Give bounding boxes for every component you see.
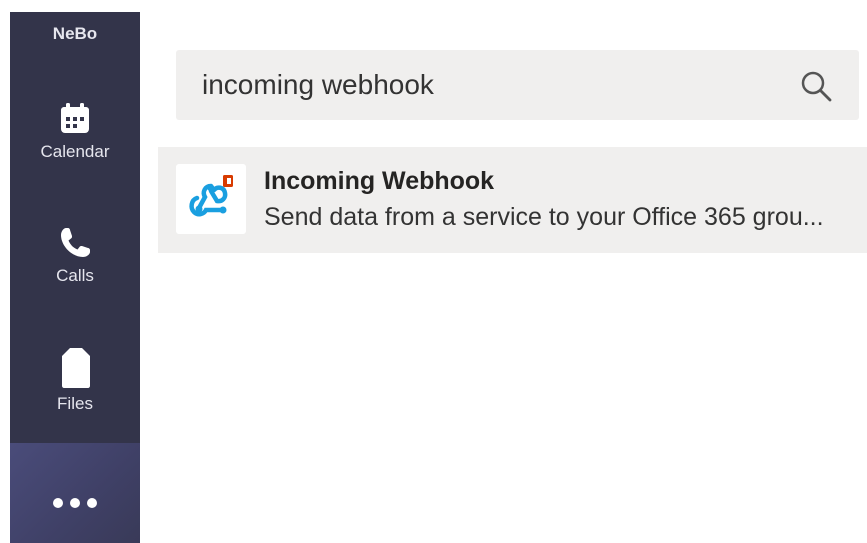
page: NeBo Calendar Calls Files incoming webho…	[0, 0, 867, 543]
sidebar-item-label: Files	[57, 394, 93, 413]
sidebar-item-label: Calendar	[40, 142, 110, 161]
app-bar: NeBo Calendar Calls Files	[10, 12, 140, 543]
more-dots-icon	[10, 497, 140, 509]
result-description: Send data from a service to your Office …	[264, 203, 824, 231]
sidebar-item-calendar[interactable]: Calendar	[10, 100, 140, 162]
result-title: Incoming Webhook	[264, 167, 495, 195]
phone-icon	[10, 224, 140, 262]
search-input[interactable]	[202, 50, 782, 120]
sidebar-item-label: Calls	[56, 266, 94, 285]
sidebar-item-more-apps[interactable]	[10, 443, 140, 543]
app-icon-tile	[176, 164, 246, 234]
sidebar-item-calls[interactable]: Calls	[10, 224, 140, 286]
calendar-icon	[10, 100, 140, 138]
file-icon	[10, 346, 140, 390]
sidebar-item-files[interactable]: Files	[10, 346, 140, 414]
org-label: NeBo	[52, 24, 98, 43]
search-icon[interactable]	[799, 69, 833, 108]
search-box	[176, 50, 859, 120]
search-result-incoming-webhook[interactable]: Incoming Webhook Send data from a servic…	[158, 147, 867, 253]
